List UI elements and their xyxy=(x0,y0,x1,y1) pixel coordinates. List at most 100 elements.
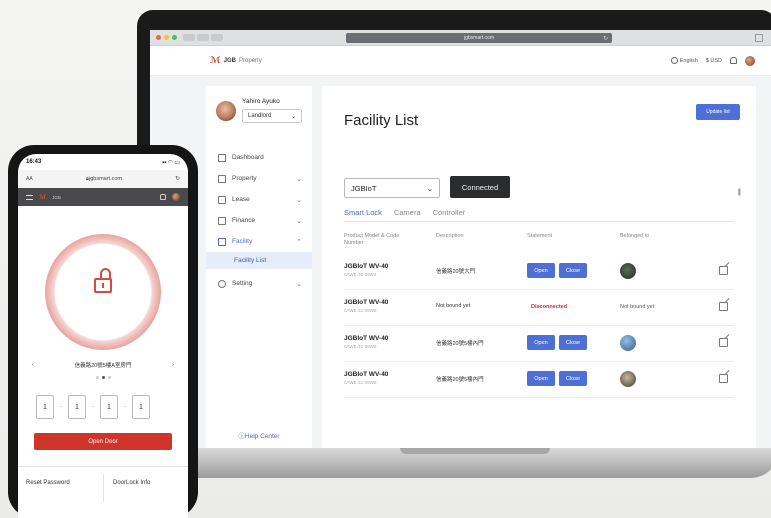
close-button[interactable]: Close xyxy=(559,263,587,278)
bell-icon[interactable] xyxy=(730,57,737,64)
sidebar-item-property[interactable]: Property ⌄ xyxy=(206,168,312,189)
device-select[interactable]: JGBIoT ⌄ xyxy=(344,178,440,198)
update-list-button[interactable]: Update list xyxy=(696,104,740,120)
user-avatar xyxy=(216,100,236,121)
sidebar-item-finance[interactable]: Finance ⌄ xyxy=(206,210,312,231)
chevron-down-icon: ⌄ xyxy=(296,280,302,288)
main-panel: Facility List Update list JGBIoT ⌄ Conne… xyxy=(322,86,756,448)
pin-digit-1[interactable]: 1 xyxy=(36,395,54,419)
close-window-icon[interactable] xyxy=(156,35,161,40)
tab-smart-lock[interactable]: Smart Lock xyxy=(344,208,382,222)
statement-cell: Open Close xyxy=(527,335,587,350)
table-row: JGBIoT WV-40 0AWE-22-59W0 信義路20號5樓內門 Ope… xyxy=(344,362,734,398)
open-button[interactable]: Open xyxy=(527,263,555,278)
phone-frame: 16:43 ▪▪ ◠ ▭ AA 🔒︎jgbsmart.com ↻ ℳ JGB ‹… xyxy=(8,145,198,518)
close-button[interactable]: Close xyxy=(559,335,587,350)
tenant-avatar[interactable] xyxy=(620,263,636,279)
finance-icon xyxy=(218,216,226,225)
sidebar-subitem-facility-list[interactable]: Facility List xyxy=(206,252,312,269)
home-icon xyxy=(218,174,226,183)
phone-address-bar[interactable]: AA 🔒︎jgbsmart.com ↻ xyxy=(18,170,188,188)
model-code: 0AWE-22-59W0 xyxy=(344,308,377,313)
tab-camera[interactable]: Camera xyxy=(394,208,421,222)
chevron-down-icon: ⌄ xyxy=(296,175,302,183)
description-cell: 信義路20號大門 xyxy=(436,269,476,275)
pin-digit-4[interactable]: 1 xyxy=(132,395,150,419)
doorlock-info-button[interactable]: DoorLock Info xyxy=(113,480,150,486)
sidebar-item-label: Lease xyxy=(232,196,250,203)
help-center-link[interactable]: ⓘHelp Center xyxy=(206,430,312,440)
unlock-ring[interactable] xyxy=(45,234,161,350)
chevron-right-icon[interactable]: › xyxy=(172,362,174,368)
chevron-left-icon[interactable]: ‹ xyxy=(32,362,34,368)
address-bar[interactable]: jgbsmart.com ↻ xyxy=(346,33,612,43)
belonged-cell xyxy=(620,371,636,387)
pager-dot[interactable] xyxy=(107,376,111,379)
tenant-avatar[interactable] xyxy=(620,335,636,351)
open-button[interactable]: Open xyxy=(527,335,555,350)
sidebar-item-dashboard[interactable]: Dashboard xyxy=(206,147,312,168)
reset-password-button[interactable]: Reset Password xyxy=(26,480,70,486)
model-name: JGBIoT WV-40 xyxy=(344,263,389,270)
pin-digit-3[interactable]: 1 xyxy=(100,395,118,419)
status-badge: Disconnected xyxy=(531,304,568,310)
table-row: JGBIoT WV-40 0AWE-22-59W0 信義路20號5樓內門 Ope… xyxy=(344,326,734,362)
pager-dot-active[interactable] xyxy=(101,376,105,379)
sidebar-item-lease[interactable]: Lease ⌄ xyxy=(206,189,312,210)
model-cell: JGBIoT WV-40 0AWE-22-59W0 xyxy=(344,299,388,313)
pin-digit-2[interactable]: 1 xyxy=(68,395,86,419)
open-button[interactable]: Open xyxy=(527,371,555,386)
bell-icon[interactable] xyxy=(160,194,166,200)
window-controls[interactable] xyxy=(156,35,177,40)
sidebar-item-label: Dashboard xyxy=(232,154,264,161)
role-value: Landlord xyxy=(248,113,272,119)
sidebar-item-setting[interactable]: Setting ⌄ xyxy=(206,273,312,294)
browser-nav[interactable] xyxy=(183,34,223,41)
tenant-avatar[interactable] xyxy=(620,371,636,387)
sidebar-item-facility[interactable]: Facility ⌃ xyxy=(206,231,312,252)
column-header-model: Product Model & Code Number xyxy=(344,233,400,246)
column-settings-icon[interactable]: ||| xyxy=(738,189,742,196)
sidebar-toggle-icon[interactable] xyxy=(211,34,223,41)
facility-icon xyxy=(218,237,226,246)
belonged-cell xyxy=(620,263,636,279)
model-cell: JGBIoT WV-40 0AWE-30-09W3 xyxy=(344,263,388,277)
reload-icon[interactable]: ↻ xyxy=(603,35,608,42)
share-icon[interactable] xyxy=(755,34,763,42)
reload-icon[interactable]: ↻ xyxy=(175,176,180,182)
edit-icon[interactable] xyxy=(719,266,728,275)
edit-icon[interactable] xyxy=(719,338,728,347)
phone-status-bar: 16:43 ▪▪ ◠ ▭ xyxy=(18,154,188,170)
sidebar-menu: Dashboard Property ⌄ Lease ⌄ Finance ⌄ F… xyxy=(206,147,312,294)
connected-button[interactable]: Connected xyxy=(450,176,510,198)
header-avatar[interactable] xyxy=(745,55,755,66)
chevron-down-icon: ⌄ xyxy=(426,183,433,193)
role-select[interactable]: Landlord ⌄ xyxy=(242,109,302,123)
currency-switch[interactable]: $ USD xyxy=(706,58,722,64)
description-cell: 信義路20號5樓內門 xyxy=(436,341,484,347)
pager-dot[interactable] xyxy=(95,376,99,379)
avatar[interactable] xyxy=(172,193,180,201)
model-name: JGBIoT WV-40 xyxy=(344,299,389,306)
close-button[interactable]: Close xyxy=(559,371,587,386)
statement-cell: Open Close xyxy=(527,371,587,386)
minimize-window-icon[interactable] xyxy=(164,35,169,40)
text-size-button[interactable]: AA xyxy=(26,176,33,182)
lease-icon xyxy=(218,195,226,204)
phone-address: 🔒︎jgbsmart.com xyxy=(86,176,122,183)
language-switch[interactable]: English xyxy=(671,57,698,64)
table-row: JGBIoT WV-40 0AWE-30-09W3 信義路20號大門 Open … xyxy=(344,254,734,290)
divider xyxy=(103,474,104,502)
forward-icon[interactable] xyxy=(197,34,209,41)
edit-icon[interactable] xyxy=(719,374,728,383)
back-icon[interactable] xyxy=(183,34,195,41)
model-cell: JGBIoT WV-40 0AWE-22-59W0 xyxy=(344,371,388,385)
edit-icon[interactable] xyxy=(719,302,728,311)
maximize-window-icon[interactable] xyxy=(172,35,177,40)
open-door-button[interactable]: Open Door xyxy=(34,433,172,450)
brand-logo[interactable]: ℳ JGB Property xyxy=(210,55,262,66)
tab-controller[interactable]: Controller xyxy=(433,208,466,222)
user-block: Yahiro Ayuko Landlord ⌄ xyxy=(206,86,312,123)
model-code: 0AWE-22-59W0 xyxy=(344,380,377,385)
hamburger-icon[interactable] xyxy=(26,194,33,200)
